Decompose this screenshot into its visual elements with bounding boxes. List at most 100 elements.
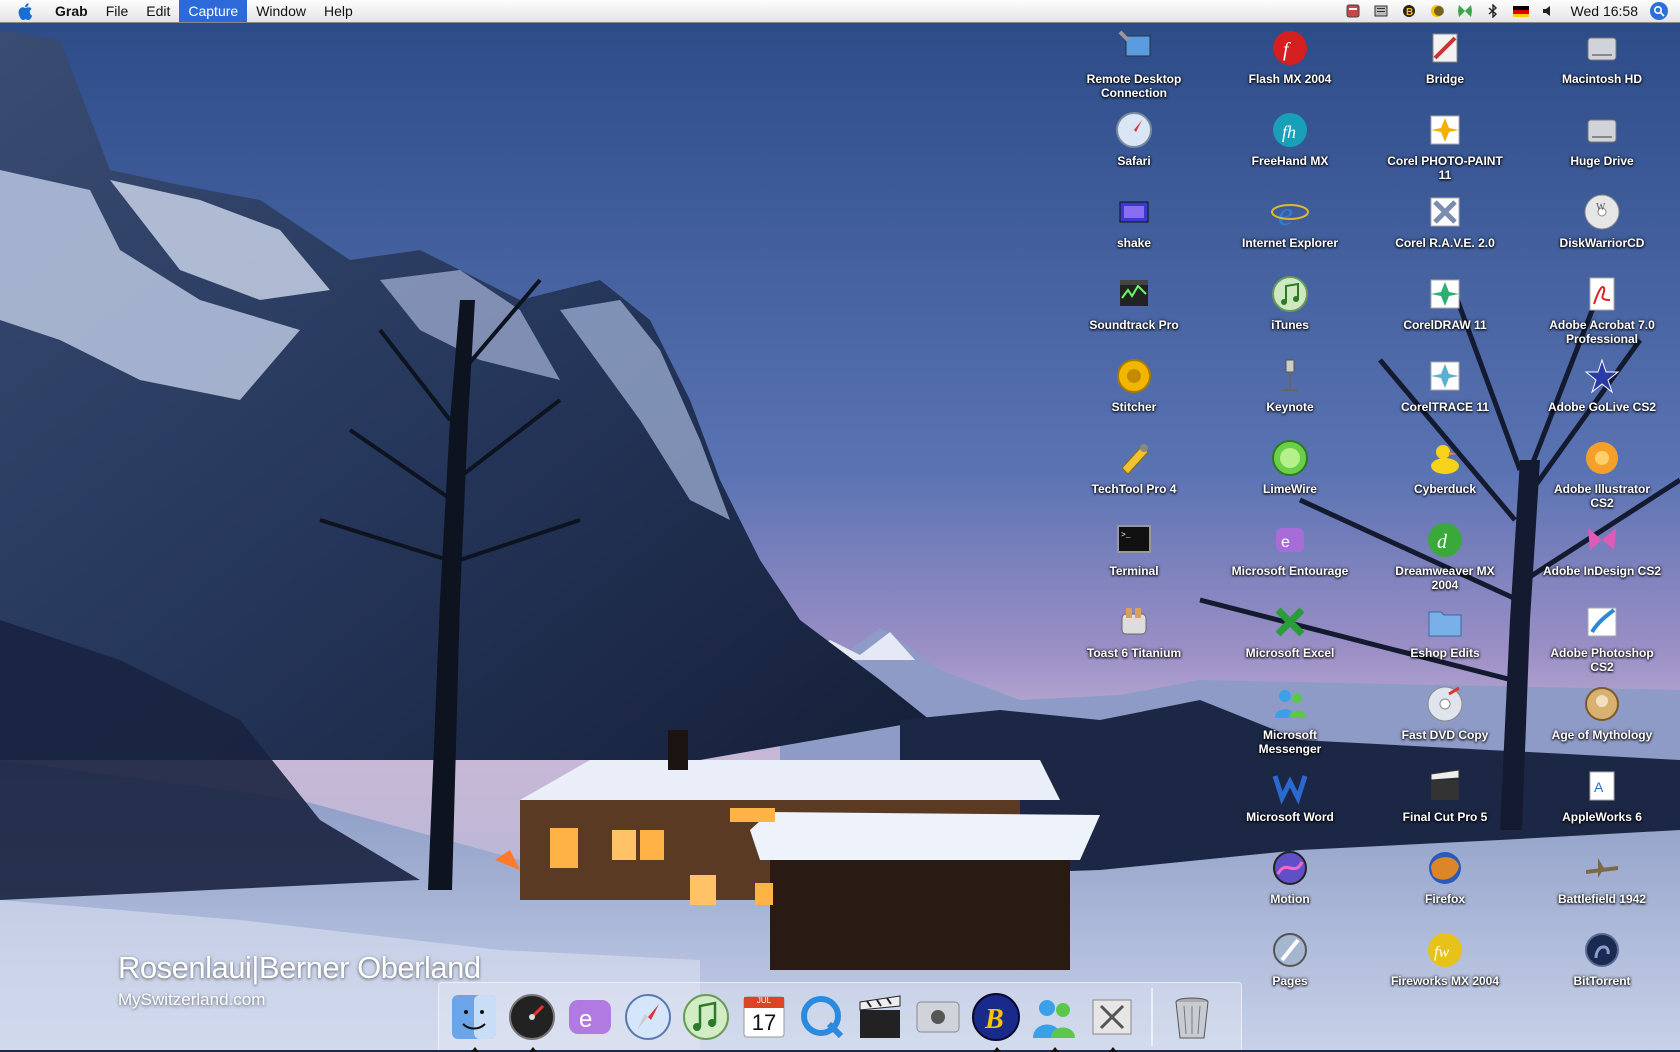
desktop-icon-label: Firefox: [1424, 892, 1465, 906]
running-indicator: [1051, 1046, 1059, 1052]
desktop-icon-corel-rave[interactable]: Corel R.A.V.E. 2.0: [1383, 192, 1507, 250]
desktop-icon-flash-mx[interactable]: f Flash MX 2004: [1228, 28, 1352, 86]
note-icon[interactable]: [1373, 3, 1389, 19]
svg-text:>_: >_: [1121, 531, 1131, 540]
desktop-icon-pages[interactable]: Pages: [1228, 930, 1352, 988]
desktop-icon-safari[interactable]: Safari: [1072, 110, 1196, 168]
menu-window[interactable]: Window: [247, 0, 315, 22]
desktop-icon-coreldraw[interactable]: CorelDRAW 11: [1383, 274, 1507, 332]
dock-quicktime[interactable]: [793, 988, 851, 1046]
dock-grab[interactable]: [1083, 988, 1141, 1052]
fireworks-icon: fw: [1428, 933, 1462, 967]
menu-edit[interactable]: Edit: [137, 0, 179, 22]
desktop-icon-diskwarrior[interactable]: W DiskWarriorCD: [1540, 192, 1664, 250]
desktop-icon-label: Final Cut Pro 5: [1402, 810, 1488, 824]
dock-final-cut[interactable]: [851, 988, 909, 1046]
desktop-icon-terminal[interactable]: >_ Terminal: [1072, 520, 1196, 578]
desktop-icon-word[interactable]: Microsoft Word: [1228, 766, 1352, 824]
desktop-icon-final-cut-pro[interactable]: Final Cut Pro 5: [1383, 766, 1507, 824]
menu-clock[interactable]: Wed 16:58: [1563, 3, 1650, 19]
wallpaper-url: MySwitzerland.com: [118, 990, 266, 1009]
corel-photo-paint-icon: [1430, 115, 1460, 145]
desktop-icon-stitcher[interactable]: Stitcher: [1072, 356, 1196, 414]
desktop-icon-adobe-photoshop[interactable]: Adobe Photoshop CS2: [1540, 602, 1664, 674]
dreamweaver-icon: d: [1428, 523, 1462, 557]
dock-itunes[interactable]: [677, 988, 735, 1046]
desktop-icon-appleworks[interactable]: A AppleWorks 6: [1540, 766, 1664, 824]
sun-icon[interactable]: [1429, 3, 1445, 19]
apple-menu-icon[interactable]: [14, 0, 36, 22]
dock-ical[interactable]: JUL 17: [735, 988, 793, 1046]
desktop-icon-coreltrace[interactable]: CorelTRACE 11: [1383, 356, 1507, 414]
pages-icon: [1273, 933, 1307, 967]
desktop-icon-fireworks[interactable]: fw Fireworks MX 2004: [1383, 930, 1507, 988]
desktop-icon-firefox[interactable]: Firefox: [1383, 848, 1507, 906]
butterfly-icon[interactable]: [1457, 3, 1473, 19]
desktop-icon-huge-drive[interactable]: Huge Drive: [1540, 110, 1664, 168]
desktop-icon-label: FreeHand MX: [1251, 154, 1329, 168]
running-indicator: [1109, 1046, 1117, 1052]
desktop-icon-shake[interactable]: shake: [1072, 192, 1196, 250]
desktop-icon-freehand[interactable]: fh FreeHand MX: [1228, 110, 1352, 168]
spotlight-icon[interactable]: [1650, 2, 1668, 20]
desktop-icon-messenger[interactable]: Microsoft Messenger: [1228, 684, 1352, 756]
indesign-icon: [1588, 528, 1616, 550]
safari-app-icon: [1116, 112, 1152, 148]
desktop-icon-label: Dreamweaver MX 2004: [1395, 564, 1495, 592]
b-icon[interactable]: B: [1401, 3, 1417, 19]
dock-trash[interactable]: [1163, 988, 1221, 1046]
desktop-icon-label: Bridge: [1425, 72, 1464, 86]
desktop-icon-macintosh-hd[interactable]: Macintosh HD: [1540, 28, 1664, 86]
cyberduck-icon: [1431, 445, 1459, 474]
desktop-icon-excel[interactable]: Microsoft Excel: [1228, 602, 1352, 660]
dock-finder[interactable]: [445, 988, 503, 1052]
menu-help[interactable]: Help: [315, 0, 362, 22]
volume-icon[interactable]: [1541, 3, 1557, 19]
desktop-icon-label: BitTorrent: [1573, 974, 1631, 988]
desktop-icon-adobe-golive[interactable]: Adobe GoLive CS2: [1540, 356, 1664, 414]
desktop-icon-limewire[interactable]: LimeWire: [1228, 438, 1352, 496]
desktop-icon-cyberduck[interactable]: Cyberduck: [1383, 438, 1507, 496]
dvd-icon: [1427, 686, 1463, 722]
svg-text:e: e: [1278, 196, 1293, 232]
desktop-icon-adobe-indesign[interactable]: Adobe InDesign CS2: [1540, 520, 1664, 578]
desktop-icon-bittorrent[interactable]: BitTorrent: [1540, 930, 1664, 988]
desktop-icon-adobe-acrobat[interactable]: Adobe Acrobat 7.0 Professional: [1540, 274, 1664, 346]
dock-bbedit[interactable]: B: [967, 988, 1025, 1052]
desktop-icon-entourage[interactable]: e Microsoft Entourage: [1228, 520, 1352, 578]
dock-dashboard[interactable]: [503, 988, 561, 1052]
desktop-icon-adobe-illustrator[interactable]: Adobe Illustrator CS2: [1540, 438, 1664, 510]
desktop-icon-remote-desktop[interactable]: Remote Desktop Connection: [1072, 28, 1196, 100]
desktop-icon-techtool-pro[interactable]: TechTool Pro 4: [1072, 438, 1196, 496]
desktop-icon-fast-dvd-copy[interactable]: Fast DVD Copy: [1383, 684, 1507, 742]
desktop-icon-battlefield[interactable]: Battlefield 1942: [1540, 848, 1664, 906]
messenger-icon: [1033, 999, 1075, 1038]
desktop-icon-keynote[interactable]: Keynote: [1228, 356, 1352, 414]
script-icon[interactable]: [1345, 3, 1361, 19]
desktop-icon-motion[interactable]: Motion: [1228, 848, 1352, 906]
dock-apple[interactable]: [909, 988, 967, 1046]
svg-text:e: e: [579, 1006, 592, 1033]
bluetooth-icon[interactable]: [1485, 3, 1501, 19]
desktop-icon-age-of-mythology[interactable]: Age of Mythology: [1540, 684, 1664, 742]
svg-text:fh: fh: [1282, 122, 1296, 142]
desktop-icon-dreamweaver[interactable]: d Dreamweaver MX 2004: [1383, 520, 1507, 592]
german-flag-icon[interactable]: [1512, 3, 1529, 19]
calendar-date: 17: [751, 1009, 777, 1035]
menu-file[interactable]: File: [97, 0, 138, 22]
desktop-icon-eshop-edits[interactable]: Eshop Edits: [1383, 602, 1507, 660]
dock-mail[interactable]: e: [561, 988, 619, 1046]
dashboard-icon: [509, 993, 555, 1040]
menu-capture[interactable]: Capture: [179, 0, 248, 22]
desktop-icon-internet-explorer[interactable]: e Internet Explorer: [1228, 192, 1352, 250]
desktop-icon-bridge[interactable]: Bridge: [1383, 28, 1507, 86]
svg-text:fw: fw: [1434, 944, 1449, 961]
desktop-icon-corel-photo-paint[interactable]: Corel PHOTO-PAINT 11: [1383, 110, 1507, 182]
desktop-icon-soundtrack-pro[interactable]: Soundtrack Pro: [1072, 274, 1196, 332]
desktop-icon-itunes[interactable]: iTunes: [1228, 274, 1352, 332]
dock-messenger[interactable]: [1025, 988, 1083, 1052]
dock-safari[interactable]: [619, 988, 677, 1046]
desktop-icon-label: Corel PHOTO-PAINT 11: [1387, 154, 1503, 182]
desktop-icon-toast[interactable]: Toast 6 Titanium: [1072, 602, 1196, 660]
menu-app-name[interactable]: Grab: [46, 0, 97, 22]
